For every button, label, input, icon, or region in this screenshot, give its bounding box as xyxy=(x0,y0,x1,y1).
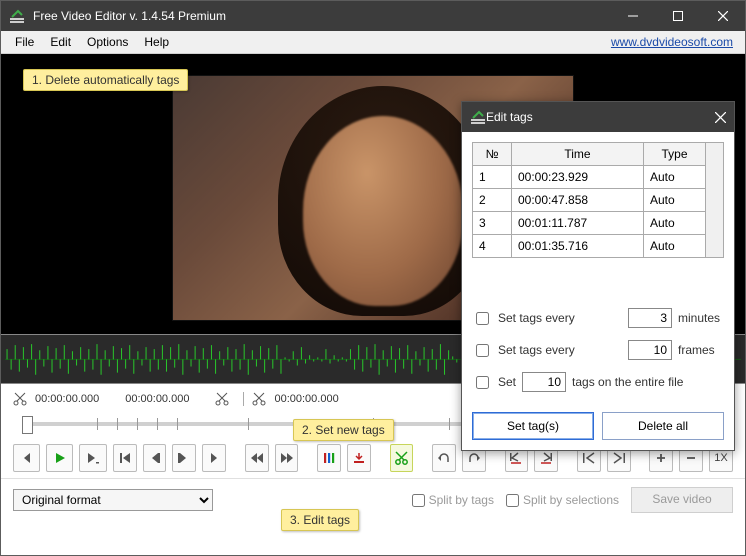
undo-button[interactable] xyxy=(432,444,456,472)
option-set-n-tags: Set tags on the entire file xyxy=(472,372,724,392)
split-by-tags-label: Split by tags xyxy=(429,493,494,507)
callout-1: 1. Delete automatically tags xyxy=(23,69,188,91)
titlebar: Free Video Editor v. 1.4.54 Premium xyxy=(1,1,745,31)
menu-edit[interactable]: Edit xyxy=(42,33,79,51)
scissors-out-icon xyxy=(215,392,229,406)
set-n-tags-checkbox[interactable] xyxy=(476,376,489,389)
forward-button[interactable] xyxy=(275,444,299,472)
scrub-handle[interactable] xyxy=(22,416,33,434)
set-n-tags-unit: tags on the entire file xyxy=(572,375,683,389)
play-to-end-button[interactable] xyxy=(79,444,106,472)
edit-tags-dialog: Edit tags № Time Type 100:00:23.929Auto … xyxy=(461,101,735,451)
menubar: File Edit Options Help www.dvdvideosoft.… xyxy=(1,31,745,54)
table-scrollbar[interactable] xyxy=(706,142,724,258)
window-title: Free Video Editor v. 1.4.54 Premium xyxy=(33,9,610,23)
pause-markers-button[interactable] xyxy=(317,444,341,472)
edit-tags-title: Edit tags xyxy=(486,110,715,124)
prev-frame-button[interactable] xyxy=(143,444,167,472)
in-timecode: 00:00:00.000 xyxy=(35,393,99,405)
edit-tags-logo-icon xyxy=(470,110,486,124)
close-button[interactable] xyxy=(700,1,745,31)
menu-help[interactable]: Help xyxy=(136,33,177,51)
bottom-bar: Original format Split by tags Split by s… xyxy=(1,478,745,521)
col-number[interactable]: № xyxy=(473,143,512,166)
every-minutes-input[interactable] xyxy=(628,308,672,328)
tag-marker-button[interactable] xyxy=(347,444,371,472)
menu-file[interactable]: File xyxy=(7,33,42,51)
every-frames-checkbox[interactable] xyxy=(476,344,489,357)
set-n-tags-label: Set xyxy=(498,375,516,389)
out-timecode: 00:00:00.000 xyxy=(274,393,338,405)
every-frames-input[interactable] xyxy=(628,340,672,360)
split-by-tags-checkbox[interactable]: Split by tags xyxy=(412,493,494,507)
format-select[interactable]: Original format xyxy=(13,489,213,511)
split-by-selections-label: Split by selections xyxy=(523,493,619,507)
scissors-in-icon xyxy=(13,392,27,406)
step-fwd-button[interactable] xyxy=(202,444,226,472)
col-time[interactable]: Time xyxy=(512,143,644,166)
every-frames-unit: frames xyxy=(678,343,724,357)
step-back-button[interactable] xyxy=(13,444,40,472)
set-tags-button[interactable]: Set tag(s) xyxy=(472,412,594,440)
table-row[interactable]: 100:00:23.929Auto xyxy=(473,166,706,189)
go-start-button[interactable] xyxy=(113,444,137,472)
option-every-minutes: Set tags every minutes xyxy=(472,308,724,328)
maximize-button[interactable] xyxy=(655,1,700,31)
scissors-current-icon xyxy=(252,392,266,406)
set-n-tags-input[interactable] xyxy=(522,372,566,392)
next-frame-button[interactable] xyxy=(172,444,196,472)
every-minutes-checkbox[interactable] xyxy=(476,312,489,325)
table-row[interactable]: 400:01:35.716Auto xyxy=(473,235,706,258)
every-minutes-unit: minutes xyxy=(678,311,724,325)
col-type[interactable]: Type xyxy=(644,143,706,166)
option-every-frames: Set tags every frames xyxy=(472,340,724,360)
edit-tags-close-button[interactable] xyxy=(715,112,726,123)
delete-all-button[interactable]: Delete all xyxy=(602,412,724,440)
edit-tags-titlebar: Edit tags xyxy=(462,102,734,132)
minimize-button[interactable] xyxy=(610,1,655,31)
pos-timecode: 00:00:00.000 xyxy=(125,393,189,405)
every-frames-label: Set tags every xyxy=(498,343,575,357)
cut-selection-button[interactable] xyxy=(390,444,414,472)
tags-table: № Time Type 100:00:23.929Auto 200:00:47.… xyxy=(472,142,724,258)
rewind-button[interactable] xyxy=(245,444,269,472)
table-row[interactable]: 300:01:11.787Auto xyxy=(473,212,706,235)
callout-2: 2. Set new tags xyxy=(293,419,394,441)
save-video-button[interactable]: Save video xyxy=(631,487,733,513)
table-row[interactable]: 200:00:47.858Auto xyxy=(473,189,706,212)
app-logo-icon xyxy=(9,9,25,23)
every-minutes-label: Set tags every xyxy=(498,311,575,325)
vendor-link[interactable]: www.dvdvideosoft.com xyxy=(611,35,739,49)
play-button[interactable] xyxy=(46,444,73,472)
menu-options[interactable]: Options xyxy=(79,33,136,51)
split-by-selections-checkbox[interactable]: Split by selections xyxy=(506,493,619,507)
app-window: Free Video Editor v. 1.4.54 Premium File… xyxy=(0,0,746,556)
callout-3: 3. Edit tags xyxy=(281,509,359,531)
